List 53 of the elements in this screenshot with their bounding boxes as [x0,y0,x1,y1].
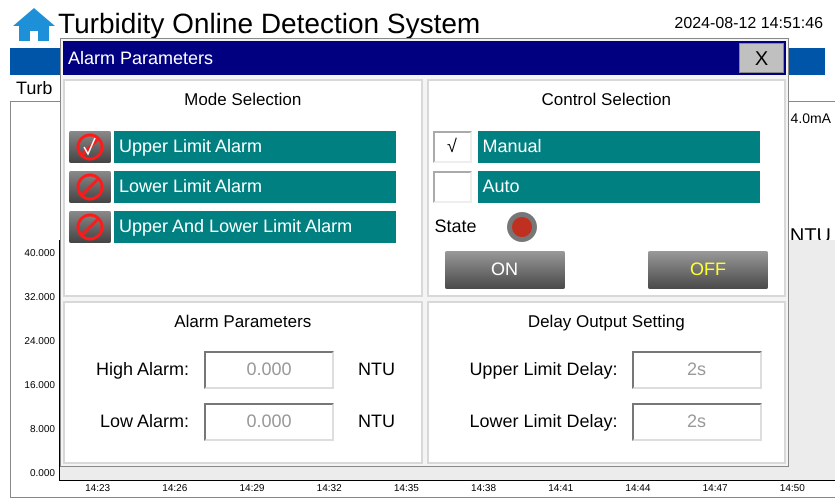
panel-title: Alarm Parameters [173,311,312,333]
x-axis-tick: 14:29 [239,482,264,496]
state-label: State [434,215,477,238]
y-axis-tick: 8.000 [28,423,56,437]
current-reading: 4.0mA [790,109,831,128]
field-label: Lower Limit Delay: [468,410,618,433]
panel-title: Mode Selection [183,89,302,111]
app-title: Turbidity Online Detection System [58,7,480,41]
x-axis-tick: 14:44 [625,482,650,496]
close-button[interactable]: X [739,43,784,73]
x-axis-tick: 14:35 [394,482,419,496]
y-axis-tick: 24.000 [23,335,56,349]
field-label: Upper Limit Delay: [468,358,618,381]
prohibited-icon [75,172,105,202]
checkbox[interactable] [432,170,472,202]
panel-title: Control Selection [540,89,672,111]
value-field[interactable]: 2s [632,350,762,388]
y-axis-tick: 0.000 [28,467,56,481]
prohibited-icon [75,212,105,242]
mode-option[interactable]: Upper Limit Alarm [114,130,396,162]
mode-toggle[interactable] [69,170,111,202]
date-time: 2024-08-12 14:51:46 [674,14,823,34]
x-axis-tick: 14:38 [471,482,496,496]
value-field[interactable]: 0.000 [204,402,334,440]
unit-label: NTU [358,358,395,381]
control-button[interactable]: OFF [648,250,768,288]
y-axis-tick: 40.000 [23,247,56,261]
mode-toggle[interactable] [69,130,111,162]
mode-option[interactable]: Upper And Lower Limit Alarm [114,210,396,242]
field-label: High Alarm: [94,358,189,381]
control-button[interactable]: ON [444,250,564,288]
y-axis-tick: 32.000 [23,291,56,305]
field-label: Low Alarm: [98,410,189,433]
x-axis-tick: 14:32 [316,482,342,496]
x-axis-tick: 14:26 [162,482,188,496]
unit-label: NTU [358,410,395,433]
x-axis-tick: 14:41 [548,482,574,496]
control-option[interactable]: Manual [478,130,760,162]
prohibited-check-icon [75,132,105,162]
mode-toggle[interactable] [69,210,111,242]
x-axis-tick: 14:50 [780,482,805,496]
control-option[interactable]: Auto [478,170,760,202]
x-axis-tick: 14:47 [702,482,728,496]
mode-option[interactable]: Lower Limit Alarm [114,170,396,202]
value-field[interactable]: 2s [632,402,762,440]
x-axis-tick: 14:23 [85,482,110,496]
dialog-title: Alarm Parameters [68,46,214,70]
home-icon[interactable] [12,6,56,42]
panel-title: Delay Output Setting [526,311,686,333]
y-axis-tick: 16.000 [23,379,56,393]
value-field[interactable]: 0.000 [204,350,334,388]
checkbox[interactable]: √ [432,130,472,162]
section-label: Turb [16,76,52,100]
